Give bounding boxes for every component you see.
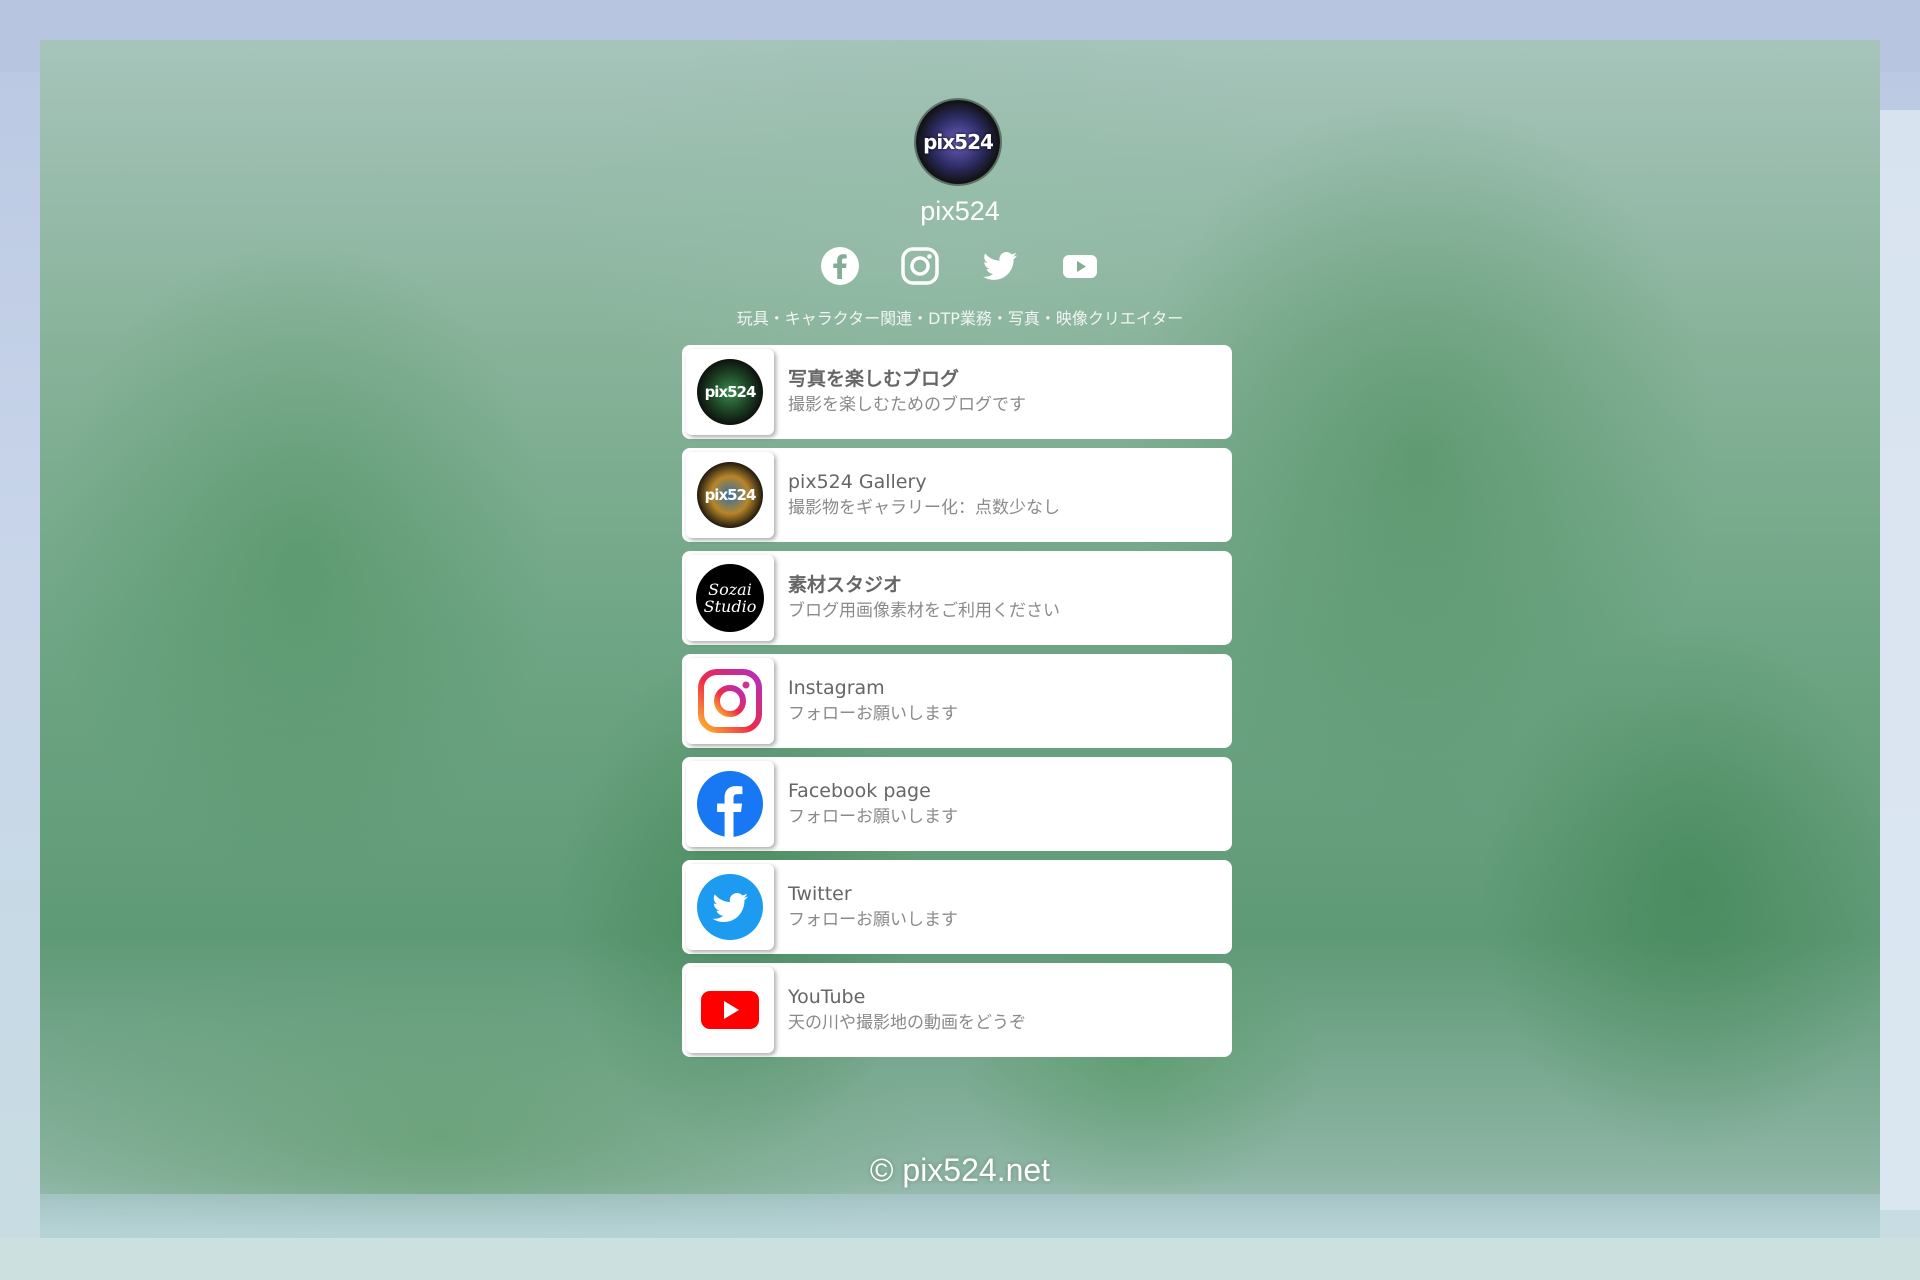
profile-tagline: 玩具・キャラクター関連・DTP業務・写真・映像クリエイター [736,309,1184,328]
link-list: pix524 写真を楽しむブログ 撮影を楽しむためのブログです pix524 p… [682,345,1232,1066]
link-thumb [686,761,774,847]
link-thumb: Sozai Studio [686,555,774,641]
footer-copyright: © pix524.net [869,1152,1051,1188]
link-desc: フォローお願いします [788,910,958,930]
avatar-logo-text: pix524 [923,130,994,154]
link-texts: Instagram フォローお願いします [788,675,958,727]
link-title: 素材スタジオ [788,574,903,596]
link-thumb [686,864,774,950]
logo-text: pix524 [704,383,757,401]
link-card-youtube[interactable]: YouTube 天の川や撮影地の動画をどうぞ [682,963,1232,1057]
link-title: Facebook page [788,780,931,802]
youtube-icon[interactable] [1058,244,1102,288]
instagram-icon [698,669,762,733]
twitter-icon[interactable] [978,244,1022,288]
link-desc: 撮影を楽しむためのブログです [788,395,1026,415]
sozai-studio-logo-icon: Sozai Studio [696,564,764,632]
link-desc: 撮影物をギャラリー化：点数少なし [788,498,1060,518]
logo-line1: Sozai [708,580,752,599]
link-texts: 写真を楽しむブログ 撮影を楽しむためのブログです [788,366,1026,418]
link-card-instagram[interactable]: Instagram フォローお願いします [682,654,1232,748]
link-card-blog[interactable]: pix524 写真を楽しむブログ 撮影を楽しむためのブログです [682,345,1232,439]
link-thumb [686,967,774,1053]
link-thumb [686,658,774,744]
instagram-icon[interactable] [898,244,942,288]
profile-name: pix524 [920,196,1000,226]
link-texts: Twitter フォローお願いします [788,881,958,933]
link-texts: 素材スタジオ ブログ用画像素材をご利用ください [788,572,1060,624]
link-title: 写真を楽しむブログ [788,368,960,390]
link-title: YouTube [788,986,866,1008]
link-texts: Facebook page フォローお願いします [788,778,958,830]
link-desc: ブログ用画像素材をご利用ください [788,601,1060,621]
logo-text: pix524 [704,486,757,504]
link-desc: 天の川や撮影地の動画をどうぞ [788,1013,1026,1033]
link-card-gallery[interactable]: pix524 pix524 Gallery 撮影物をギャラリー化：点数少なし [682,448,1232,542]
facebook-icon [697,771,763,837]
link-desc: フォローお願いします [788,704,958,724]
link-title: Twitter [788,883,852,905]
facebook-icon[interactable] [818,244,862,288]
link-texts: YouTube 天の川や撮影地の動画をどうぞ [788,984,1026,1036]
social-icons-row [818,244,1102,288]
avatar: pix524 [916,100,1000,184]
pix524-logo-icon: pix524 [697,359,763,425]
pix524-gallery-logo-icon: pix524 [697,462,763,528]
link-thumb: pix524 [686,349,774,435]
logo-line2: Studio [703,597,757,616]
link-title: Instagram [788,677,885,699]
link-desc: フォローお願いします [788,807,958,827]
link-texts: pix524 Gallery 撮影物をギャラリー化：点数少なし [788,469,1060,521]
link-card-twitter[interactable]: Twitter フォローお願いします [682,860,1232,954]
link-card-facebook[interactable]: Facebook page フォローお願いします [682,757,1232,851]
link-thumb: pix524 [686,452,774,538]
link-card-sozai-studio[interactable]: Sozai Studio 素材スタジオ ブログ用画像素材をご利用ください [682,551,1232,645]
twitter-icon [697,874,763,940]
link-title: pix524 Gallery [788,471,927,493]
link-page: pix524 pix524 玩具・キャラクター関連・DTP業務・写真・映像クリエ… [0,0,1920,1280]
youtube-icon [701,991,759,1029]
